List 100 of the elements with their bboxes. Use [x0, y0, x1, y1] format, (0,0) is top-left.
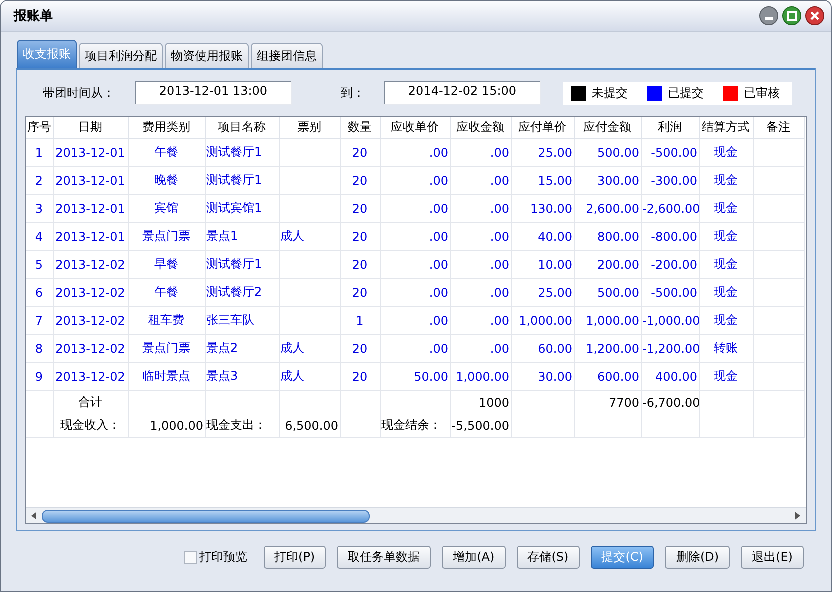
quantity-cell: 20: [352, 202, 368, 216]
category-cell: 租车费: [148, 313, 184, 327]
profit-cell: -800.00: [651, 230, 698, 244]
column-header[interactable]: 备注: [753, 117, 804, 138]
category-cell: 午餐: [154, 145, 178, 159]
column-header[interactable]: 序号: [26, 117, 53, 138]
settlement-cell: 现金: [714, 173, 738, 187]
column-header[interactable]: 应付金额: [574, 117, 641, 138]
profit-cell: 400.00: [656, 370, 698, 384]
seq-cell: 2: [35, 174, 44, 188]
horizontal-scrollbar[interactable]: [26, 507, 806, 523]
column-header[interactable]: 票别: [279, 117, 340, 138]
amount-cell: 15.00: [538, 174, 572, 188]
from-label: 带团时间从：: [43, 84, 116, 102]
quantity-cell: 20: [352, 286, 368, 300]
seq-cell: 3: [35, 202, 44, 216]
profit-cell: -1,000.00: [642, 314, 700, 328]
amount-cell: 200.00: [598, 258, 640, 272]
amount-cell: .00: [429, 314, 448, 328]
maximize-icon[interactable]: [782, 6, 802, 26]
quantity-cell: 1: [356, 314, 364, 328]
summary-cell: 现金结余：: [382, 418, 442, 432]
minimize-icon[interactable]: [759, 6, 779, 26]
quantity-cell: 20: [352, 146, 368, 160]
summary-cell: 6,500.00: [285, 418, 338, 432]
tab[interactable]: 项目利润分配: [79, 43, 163, 68]
amount-cell: 500.00: [598, 146, 640, 160]
amount-cell: .00: [429, 258, 448, 272]
item-name-cell: 景点3: [206, 369, 238, 383]
item-name-cell: 测试餐厅1: [206, 173, 262, 187]
action-button[interactable]: 存储(S): [516, 546, 580, 569]
settlement-cell: 现金: [714, 369, 738, 383]
seq-cell: 1: [35, 146, 44, 160]
column-header[interactable]: 结算方式: [699, 117, 753, 138]
quantity-cell: 20: [352, 342, 368, 356]
action-button[interactable]: 取任务单数据: [337, 546, 432, 569]
scroll-left-icon[interactable]: [29, 510, 39, 520]
tab[interactable]: 组接团信息: [251, 43, 323, 68]
to-date-field[interactable]: 2014-12-02 15:00: [384, 81, 541, 105]
amount-cell: .00: [490, 314, 510, 328]
amount-cell: 1,000.00: [586, 314, 640, 328]
amount-cell: 40.00: [538, 230, 572, 244]
column-header[interactable]: 项目名称: [205, 117, 279, 138]
amount-cell: .00: [490, 230, 510, 244]
profit-cell: -200.00: [651, 258, 698, 272]
amount-cell: .00: [429, 342, 448, 356]
column-header[interactable]: 利润: [641, 117, 699, 138]
amount-cell: 1,000.00: [519, 314, 572, 328]
column-header[interactable]: 应收单价: [380, 117, 450, 138]
amount-cell: 1,200.00: [586, 342, 640, 356]
action-button[interactable]: 退出(E): [741, 546, 804, 569]
item-name-cell: 测试宾馆1: [206, 201, 262, 215]
seq-cell: 8: [35, 342, 44, 356]
settlement-cell: 现金: [714, 313, 738, 327]
summary-cell: -6,700.00: [642, 396, 700, 410]
profit-cell: -2,600.00: [642, 202, 700, 216]
print-preview-label[interactable]: 打印预览: [200, 549, 248, 566]
settlement-cell: 转账: [714, 341, 738, 355]
scroll-right-icon[interactable]: [793, 510, 803, 520]
amount-cell: .00: [490, 174, 510, 188]
action-button[interactable]: 删除(D): [665, 546, 730, 569]
column-header[interactable]: 数量: [340, 117, 380, 138]
column-header[interactable]: 费用类别: [128, 117, 205, 138]
date-cell: 2013-12-02: [56, 342, 126, 356]
category-cell: 景点门票: [142, 229, 190, 243]
summary-cell: 现金支出：: [206, 418, 266, 432]
column-header[interactable]: 日期: [53, 117, 128, 138]
item-name-cell: 测试餐厅1: [206, 257, 262, 271]
summary-cell: 1,000.00: [150, 418, 204, 432]
category-cell: 早餐: [154, 257, 178, 271]
summary-cell: 1000: [478, 396, 510, 410]
close-icon[interactable]: [805, 6, 825, 26]
date-cell: 2013-12-02: [56, 314, 126, 328]
seq-cell: 9: [35, 370, 44, 384]
amount-cell: 50.00: [414, 370, 448, 384]
summary-cell: -5,500.00: [452, 418, 510, 432]
column-header[interactable]: 应收金额: [450, 117, 511, 138]
seq-cell: 6: [35, 286, 44, 300]
date-cell: 2013-12-02: [56, 286, 126, 300]
scroll-thumb[interactable]: [42, 510, 370, 523]
column-header[interactable]: 应付单价: [511, 117, 574, 138]
action-button[interactable]: 打印(P): [264, 546, 326, 569]
from-date-field[interactable]: 2013-12-01 13:00: [135, 81, 292, 105]
amount-cell: 2,600.00: [586, 202, 640, 216]
summary-cell: 7700: [608, 396, 640, 410]
tab[interactable]: 物资使用报账: [165, 43, 249, 68]
amount-cell: .00: [429, 202, 448, 216]
quantity-cell: 20: [352, 230, 368, 244]
ticket-type-cell: 成人: [280, 341, 304, 355]
quantity-cell: 20: [352, 370, 368, 384]
amount-cell: .00: [490, 342, 510, 356]
amount-cell: 60.00: [538, 342, 572, 356]
item-name-cell: 测试餐厅2: [206, 285, 262, 299]
settlement-cell: 现金: [714, 145, 738, 159]
amount-cell: .00: [490, 258, 510, 272]
date-cell: 2013-12-02: [56, 258, 126, 272]
item-name-cell: 景点2: [206, 341, 238, 355]
action-button[interactable]: 增加(A): [442, 546, 506, 569]
print-preview-checkbox[interactable]: [184, 551, 197, 564]
amount-cell: .00: [490, 202, 510, 216]
